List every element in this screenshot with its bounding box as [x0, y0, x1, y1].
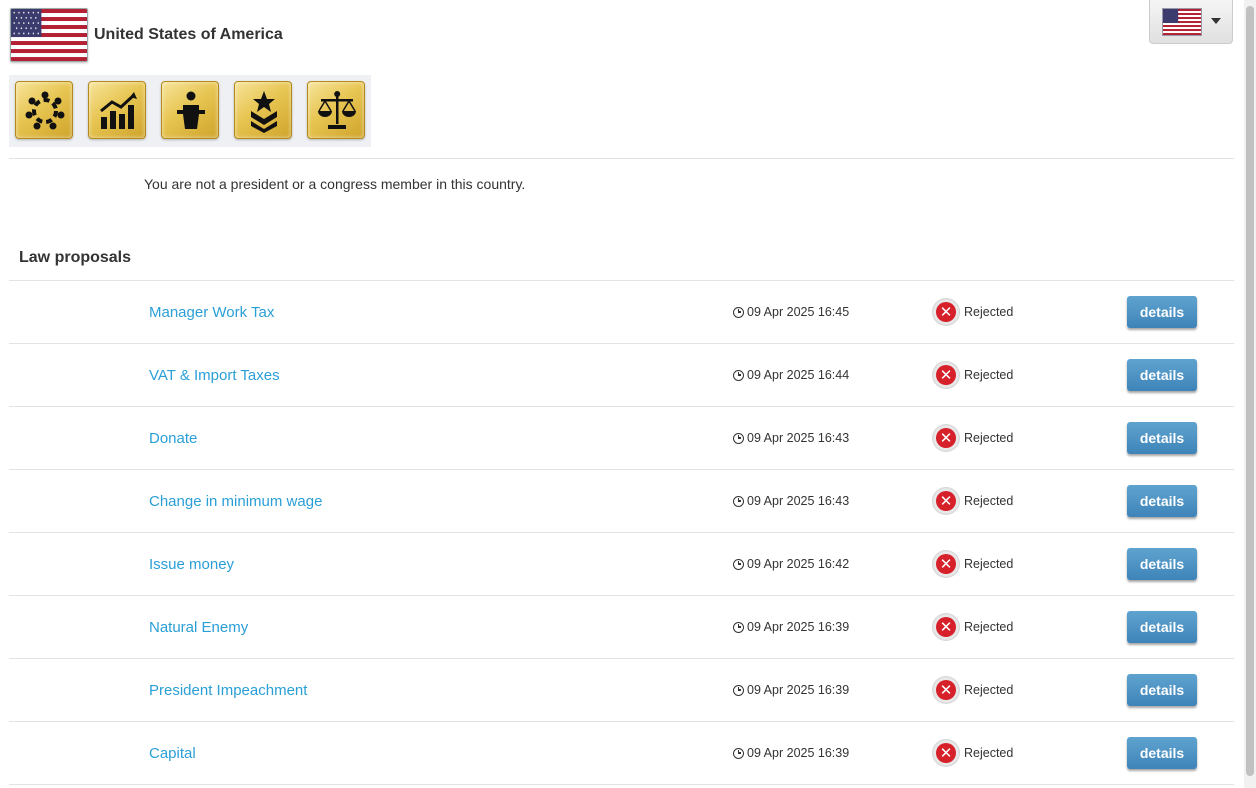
clock-icon: [733, 747, 744, 759]
details-button[interactable]: details: [1127, 422, 1197, 454]
law-time: 09 Apr 2025 16:43: [733, 494, 849, 508]
details-button[interactable]: details: [1127, 485, 1197, 517]
clock-icon: [733, 306, 744, 318]
law-time: 09 Apr 2025 16:45: [733, 305, 849, 319]
law-time: 09 Apr 2025 16:39: [733, 620, 849, 634]
status-text: Rejected: [964, 557, 1014, 571]
law-name-link[interactable]: Donate: [149, 430, 197, 447]
status-badge: ✕ Rejected: [932, 739, 1013, 767]
law-time-text: 09 Apr 2025 16:43: [747, 494, 850, 508]
details-button[interactable]: details: [1127, 611, 1197, 643]
law-time-text: 09 Apr 2025 16:39: [747, 620, 850, 634]
congress-icon[interactable]: [15, 81, 73, 139]
law-name-link[interactable]: VAT & Import Taxes: [149, 367, 280, 384]
status-text: Rejected: [964, 683, 1014, 697]
status-text: Rejected: [964, 368, 1014, 382]
law-name-link[interactable]: Capital: [149, 745, 196, 762]
law-time: 09 Apr 2025 16:42: [733, 557, 849, 571]
status-text: Rejected: [964, 620, 1014, 634]
laws-icon[interactable]: [307, 81, 365, 139]
status-badge: ✕ Rejected: [932, 550, 1013, 578]
law-name-link[interactable]: Natural Enemy: [149, 619, 248, 636]
clock-icon: [733, 495, 744, 507]
law-row: Manager Work Tax 09 Apr 2025 16:45 ✕ Reje…: [9, 281, 1234, 344]
details-button[interactable]: details: [1127, 548, 1197, 580]
country-icon-bar: [9, 75, 371, 147]
status-text: Rejected: [964, 746, 1014, 760]
details-button[interactable]: details: [1127, 359, 1197, 391]
rejected-icon: ✕: [932, 613, 960, 641]
law-name-link[interactable]: Manager Work Tax: [149, 304, 274, 321]
clock-icon: [733, 432, 744, 444]
rejected-icon: ✕: [932, 676, 960, 704]
rejected-icon: ✕: [932, 487, 960, 515]
law-row: Change in minimum wage 09 Apr 2025 16:43…: [9, 470, 1234, 533]
language-dropdown[interactable]: [1149, 0, 1233, 44]
law-time: 09 Apr 2025 16:39: [733, 746, 849, 760]
law-name-link[interactable]: President Impeachment: [149, 682, 307, 699]
military-icon[interactable]: [234, 81, 292, 139]
country-name: United States of America: [94, 26, 283, 43]
law-row: Issue money 09 Apr 2025 16:42 ✕ Rejected …: [9, 533, 1234, 596]
status-badge: ✕ Rejected: [932, 676, 1013, 704]
law-proposals-title: Law proposals: [19, 249, 132, 266]
law-row: VAT & Import Taxes 09 Apr 2025 16:44 ✕ Re…: [9, 344, 1234, 407]
law-time-text: 09 Apr 2025 16:43: [747, 431, 850, 445]
law-time-text: 09 Apr 2025 16:39: [747, 683, 850, 697]
law-time-text: 09 Apr 2025 16:39: [747, 746, 850, 760]
status-text: Rejected: [964, 431, 1014, 445]
law-time: 09 Apr 2025 16:43: [733, 431, 849, 445]
clock-icon: [733, 558, 744, 570]
details-button[interactable]: details: [1127, 737, 1197, 769]
status-badge: ✕ Rejected: [932, 487, 1013, 515]
us-flag-icon: [1162, 8, 1202, 36]
status-badge: ✕ Rejected: [932, 613, 1013, 641]
president-icon[interactable]: [161, 81, 219, 139]
law-row: Natural Enemy 09 Apr 2025 16:39 ✕ Rejecte…: [9, 596, 1234, 659]
law-proposals-list: Manager Work Tax 09 Apr 2025 16:45 ✕ Reje…: [9, 281, 1234, 785]
rejected-icon: ✕: [932, 550, 960, 578]
rejected-icon: ✕: [932, 739, 960, 767]
rejected-icon: ✕: [932, 424, 960, 452]
law-name-link[interactable]: Issue money: [149, 556, 234, 573]
law-name-link[interactable]: Change in minimum wage: [149, 493, 322, 510]
us-flag-icon: [10, 8, 88, 62]
scrollbar[interactable]: [1244, 0, 1256, 788]
law-time: 09 Apr 2025 16:44: [733, 368, 849, 382]
details-button[interactable]: details: [1127, 296, 1197, 328]
details-button[interactable]: details: [1127, 674, 1197, 706]
status-badge: ✕ Rejected: [932, 424, 1013, 452]
law-time-text: 09 Apr 2025 16:44: [747, 368, 850, 382]
law-time-text: 09 Apr 2025 16:42: [747, 557, 850, 571]
law-row: Donate 09 Apr 2025 16:43 ✕ Rejected detai…: [9, 407, 1234, 470]
law-row: President Impeachment 09 Apr 2025 16:39 …: [9, 659, 1234, 722]
clock-icon: [733, 621, 744, 633]
chevron-down-icon: [1211, 18, 1221, 24]
divider: [9, 158, 1234, 159]
economy-icon[interactable]: [88, 81, 146, 139]
status-badge: ✕ Rejected: [932, 361, 1013, 389]
rejected-icon: ✕: [932, 361, 960, 389]
law-row: Capital 09 Apr 2025 16:39 ✕ Rejected deta…: [9, 722, 1234, 785]
status-text: Rejected: [964, 494, 1014, 508]
law-time: 09 Apr 2025 16:39: [733, 683, 849, 697]
status-text: Rejected: [964, 305, 1014, 319]
rejected-icon: ✕: [932, 298, 960, 326]
permission-notice: You are not a president or a congress me…: [144, 176, 526, 192]
status-badge: ✕ Rejected: [932, 298, 1013, 326]
law-time-text: 09 Apr 2025 16:45: [747, 305, 850, 319]
country-header: United States of America: [10, 8, 283, 62]
clock-icon: [733, 684, 744, 696]
clock-icon: [733, 369, 744, 381]
scrollbar-thumb[interactable]: [1246, 6, 1254, 776]
